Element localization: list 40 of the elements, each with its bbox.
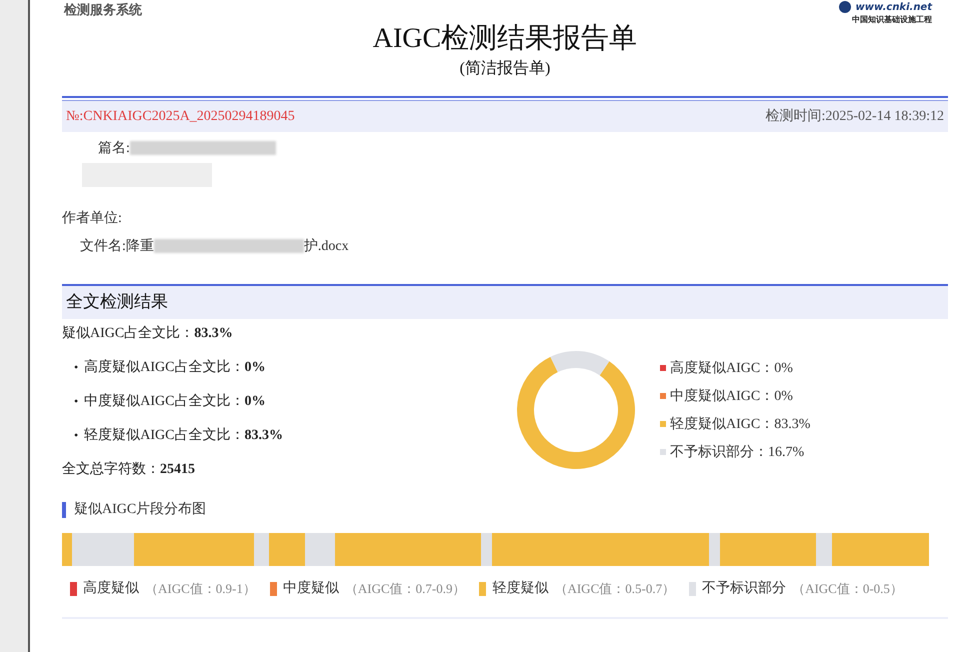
stat-value: 83.3%: [194, 324, 233, 342]
legend-label: 轻度疑似AIGC：83.3%: [670, 415, 810, 434]
bullet: •: [74, 393, 78, 410]
report-number: №:CNKIAIGC2025A_20250294189045: [66, 108, 295, 126]
legend-label: 不予标识部分: [702, 580, 786, 598]
legend-label: 高度疑似AIGC：0%: [670, 359, 793, 378]
section-title: 全文检测结果: [66, 290, 168, 314]
stat-value: 83.3%: [244, 426, 283, 444]
report-subtitle: (简洁报告单): [458, 58, 552, 79]
stat-value: 25415: [160, 460, 195, 478]
check-time: 检测时间:2025-02-14 18:39:12: [766, 108, 944, 126]
globe-icon: [838, 0, 852, 14]
system-name: 检测服务系统: [64, 2, 142, 20]
legend-range: （AIGC值：0-0.5）: [792, 580, 903, 598]
field-label: 文件名:: [80, 237, 126, 256]
field-value: 护.docx: [304, 237, 349, 256]
report-title: AIGC检测结果报告单: [372, 22, 638, 56]
stat-label: 轻度疑似AIGC占全文比：: [84, 426, 244, 444]
bullet: •: [74, 359, 78, 376]
legend-range: （AIGC值：0.7-0.9）: [344, 580, 466, 598]
legend-label: 高度疑似: [83, 579, 139, 598]
legend-range: （AIGC值：0.5-0.7）: [554, 580, 676, 598]
stat-label: 中度疑似AIGC占全文比：: [84, 392, 244, 410]
stat-value: 0%: [244, 392, 266, 410]
legend-label: 中度疑似AIGC：0%: [670, 387, 793, 406]
legend-range: （AIGC值：0.9-1）: [145, 580, 256, 598]
distribution-title: 疑似AIGC片段分布图: [74, 500, 206, 519]
stat-label: 高度疑似AIGC占全文比：: [84, 358, 244, 376]
stat-label: 全文总字符数：: [62, 460, 160, 478]
field-label: 作者单位:: [62, 210, 122, 228]
legend-label: 中度疑似: [282, 579, 339, 598]
field-label: 篇名:: [98, 140, 130, 158]
legend-label: 轻度疑似: [492, 579, 548, 598]
bullet: •: [74, 427, 78, 444]
logo-url: www.cnki.net: [856, 1, 932, 15]
field-value: 降重: [126, 238, 154, 256]
logo-caption: 中国知识基础设施工程: [852, 15, 932, 25]
stat-label: 疑似AIGC占全文比：: [62, 324, 194, 342]
legend-label: 不予标识部分：16.7%: [670, 444, 804, 462]
stat-value: 0%: [244, 358, 266, 376]
